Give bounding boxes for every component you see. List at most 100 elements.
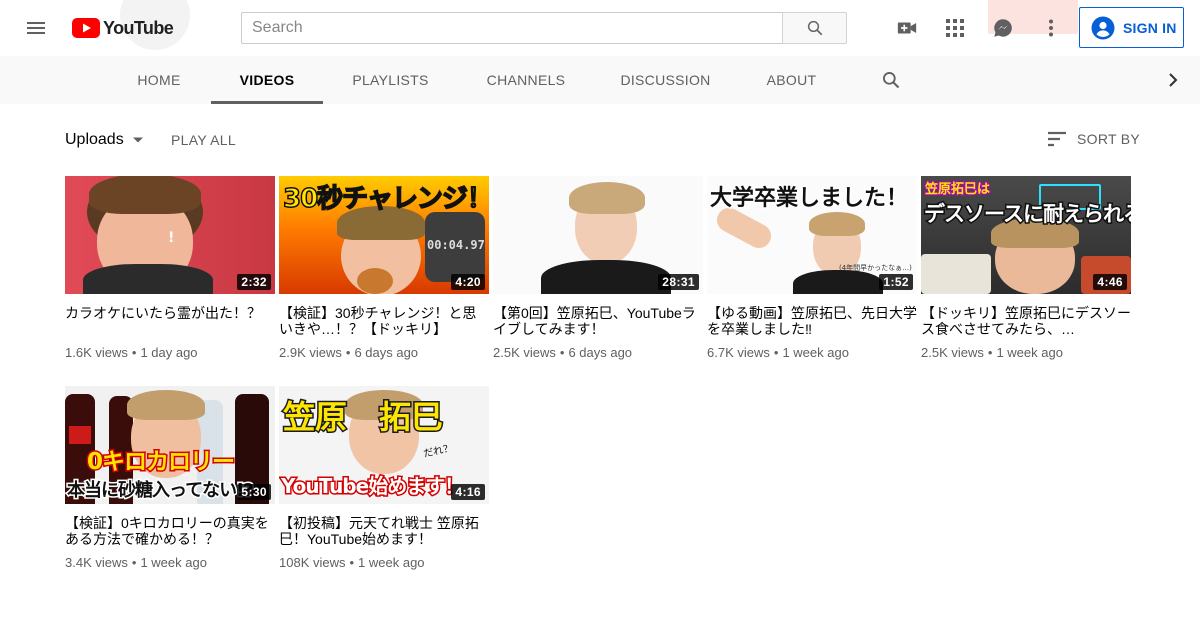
- menu-icon: [27, 22, 45, 34]
- video-thumbnail[interactable]: 大学卒業しました！ (4年間早かったなぁ…) 1:52: [707, 176, 917, 294]
- video-duration: 4:20: [451, 274, 485, 290]
- video-title[interactable]: 【初投稿】元天てれ戦士 笠原拓巳！YouTube始めます！: [279, 515, 489, 547]
- video-age: 1 week ago: [782, 345, 849, 360]
- video-metadata: 2.5K views • 6 days ago: [493, 345, 703, 361]
- more-options-button[interactable]: [1031, 8, 1071, 48]
- video-views: 108K views: [279, 555, 346, 570]
- video-thumbnail[interactable]: 00:04.97 30秒チャレンジ！ 4:20: [279, 176, 489, 294]
- messages-button[interactable]: [983, 8, 1023, 48]
- separator-dot: •: [559, 345, 565, 360]
- sort-by-label: SORT BY: [1077, 131, 1141, 147]
- video-title[interactable]: 【検証】0キロカロリーの真実をある方法で確かめる！？: [65, 515, 275, 547]
- youtube-logo-text: YouTube: [103, 17, 174, 38]
- video-thumbnail[interactable]: 0キロカロリー 本当に砂糖入ってない!? 5:30: [65, 386, 275, 504]
- caret-down-icon: [132, 137, 143, 143]
- separator-dot: •: [987, 345, 993, 360]
- tab-about[interactable]: ABOUT: [737, 56, 846, 104]
- tab-videos[interactable]: VIDEOS: [211, 56, 323, 104]
- video-card[interactable]: 0キロカロリー 本当に砂糖入ってない!? 5:30 【検証】0キロカロリーの真実…: [65, 386, 275, 571]
- video-duration: 4:16: [451, 484, 485, 500]
- messages-icon: [994, 19, 1012, 37]
- thumbnail-caption: 笠原 拓巳: [281, 397, 444, 438]
- active-tab-indicator: [211, 101, 323, 104]
- video-duration: 5:30: [237, 484, 271, 500]
- menu-button[interactable]: [16, 8, 56, 48]
- video-title[interactable]: カラオケにいたら霊が出た！？: [65, 305, 275, 337]
- video-views: 2.9K views: [279, 345, 342, 360]
- tab-home[interactable]: HOME: [107, 56, 211, 104]
- video-views: 3.4K views: [65, 555, 128, 570]
- video-age: 1 week ago: [140, 555, 207, 570]
- thumbnail-caption: 0キロカロリー: [85, 448, 236, 477]
- video-age: 6 days ago: [354, 345, 419, 360]
- sign-in-label: SIGN IN: [1123, 19, 1177, 36]
- video-title[interactable]: 【ドッキリ】笠原拓巳にデスソース食べさせてみたら、…: [921, 305, 1131, 337]
- chevron-right-icon: [1169, 73, 1178, 87]
- separator-dot: •: [131, 555, 137, 570]
- thumbnail-subcaption: デスソースに耐えられる!?: [923, 201, 1131, 228]
- thumbnail-subcaption: (4年間早かったなぁ…): [839, 264, 912, 272]
- search-button[interactable]: [782, 12, 847, 44]
- video-metadata: 2.9K views • 6 days ago: [279, 345, 489, 361]
- video-views: 6.7K views: [707, 345, 770, 360]
- video-title[interactable]: 【検証】30秒チャレンジ！と思いきや…！？【ドッキリ】: [279, 305, 489, 337]
- video-age: 6 days ago: [568, 345, 633, 360]
- separator-dot: •: [773, 345, 779, 360]
- tabs-scroll-right-button[interactable]: [1153, 60, 1193, 100]
- video-duration: 2:32: [237, 274, 271, 290]
- video-metadata: 108K views • 1 week ago: [279, 555, 489, 571]
- thumbnail-subcaption: 本当に砂糖入ってない!?: [66, 479, 256, 503]
- video-duration: 4:46: [1093, 274, 1127, 290]
- video-views: 2.5K views: [921, 345, 984, 360]
- video-metadata: 6.7K views • 1 week ago: [707, 345, 917, 361]
- video-thumbnail[interactable]: 笠原 拓巳 だれ？ YouTube始めます！ 4:16: [279, 386, 489, 504]
- masthead: YouTube SIGN IN: [0, 0, 1200, 56]
- create-video-button[interactable]: [887, 8, 927, 48]
- video-title[interactable]: 【第0回】笠原拓巳、YouTubeライブしてみます！: [493, 305, 703, 337]
- video-card[interactable]: 笠原 拓巳 だれ？ YouTube始めます！ 4:16 【初投稿】元天てれ戦士 …: [279, 386, 489, 571]
- video-thumbnail[interactable]: ! 2:32: [65, 176, 275, 294]
- video-card[interactable]: 大学卒業しました！ (4年間早かったなぁ…) 1:52 【ゆる動画】笠原拓巳、先…: [707, 176, 917, 361]
- video-views: 1.6K views: [65, 345, 128, 360]
- create-video-icon: [897, 22, 917, 34]
- video-card[interactable]: 00:04.97 30秒チャレンジ！ 4:20 【検証】30秒チャレンジ！と思い…: [279, 176, 489, 361]
- separator-dot: •: [131, 345, 137, 360]
- thumbnail-subcaption: YouTube始めます！: [279, 473, 465, 500]
- video-card[interactable]: 笠原拓巳は デスソースに耐えられる!? 4:46 【ドッキリ】笠原拓巳にデスソー…: [921, 176, 1131, 361]
- thumbnail-caption: 笠原拓巳は: [924, 181, 991, 198]
- search-icon: [883, 72, 900, 89]
- youtube-play-icon: [72, 18, 100, 38]
- video-metadata: 2.5K views • 1 week ago: [921, 345, 1131, 361]
- separator-dot: •: [345, 345, 351, 360]
- play-all-button[interactable]: PLAY ALL: [171, 128, 236, 152]
- sign-in-button[interactable]: SIGN IN: [1079, 7, 1184, 48]
- uploads-dropdown[interactable]: Uploads: [65, 128, 144, 152]
- video-title[interactable]: 【ゆる動画】笠原拓巳、先日大学を卒業しました‼: [707, 305, 917, 337]
- video-duration: 28:31: [658, 274, 699, 290]
- video-metadata: 1.6K views • 1 day ago: [65, 345, 275, 361]
- thumbnail-caption: 30秒チャレンジ！: [282, 183, 489, 215]
- separator-dot: •: [349, 555, 355, 570]
- tab-discussion[interactable]: DISCUSSION: [594, 56, 737, 104]
- video-views: 2.5K views: [493, 345, 556, 360]
- search-icon: [807, 20, 822, 36]
- video-metadata: 3.4K views • 1 week ago: [65, 555, 275, 571]
- video-age: 1 week ago: [358, 555, 425, 570]
- apps-button[interactable]: [935, 8, 975, 48]
- video-thumbnail[interactable]: 28:31: [493, 176, 703, 294]
- sort-by-button[interactable]: SORT BY: [1046, 127, 1140, 151]
- youtube-logo[interactable]: YouTube: [72, 17, 174, 39]
- account-circle-icon: [1091, 16, 1115, 39]
- apps-grid-icon: [946, 19, 964, 37]
- video-card[interactable]: 28:31 【第0回】笠原拓巳、YouTubeライブしてみます！ 2.5K vi…: [493, 176, 703, 361]
- tab-channels[interactable]: CHANNELS: [458, 56, 594, 104]
- search-input[interactable]: [241, 12, 783, 44]
- channel-search-button[interactable]: [871, 60, 911, 100]
- video-thumbnail[interactable]: 笠原拓巳は デスソースに耐えられる!? 4:46: [921, 176, 1131, 294]
- video-card[interactable]: ! 2:32 カラオケにいたら霊が出た！？ 1.6K views • 1 day a…: [65, 176, 275, 361]
- thumbnail-timer-text: 00:04.97: [427, 238, 485, 252]
- tab-playlists[interactable]: PLAYLISTS: [323, 56, 458, 104]
- thumbnail-caption: !: [168, 230, 175, 246]
- channel-tab-bar: HOME VIDEOS PLAYLISTS CHANNELS DISCUSSIO…: [0, 56, 1200, 104]
- video-duration: 1:52: [879, 274, 913, 290]
